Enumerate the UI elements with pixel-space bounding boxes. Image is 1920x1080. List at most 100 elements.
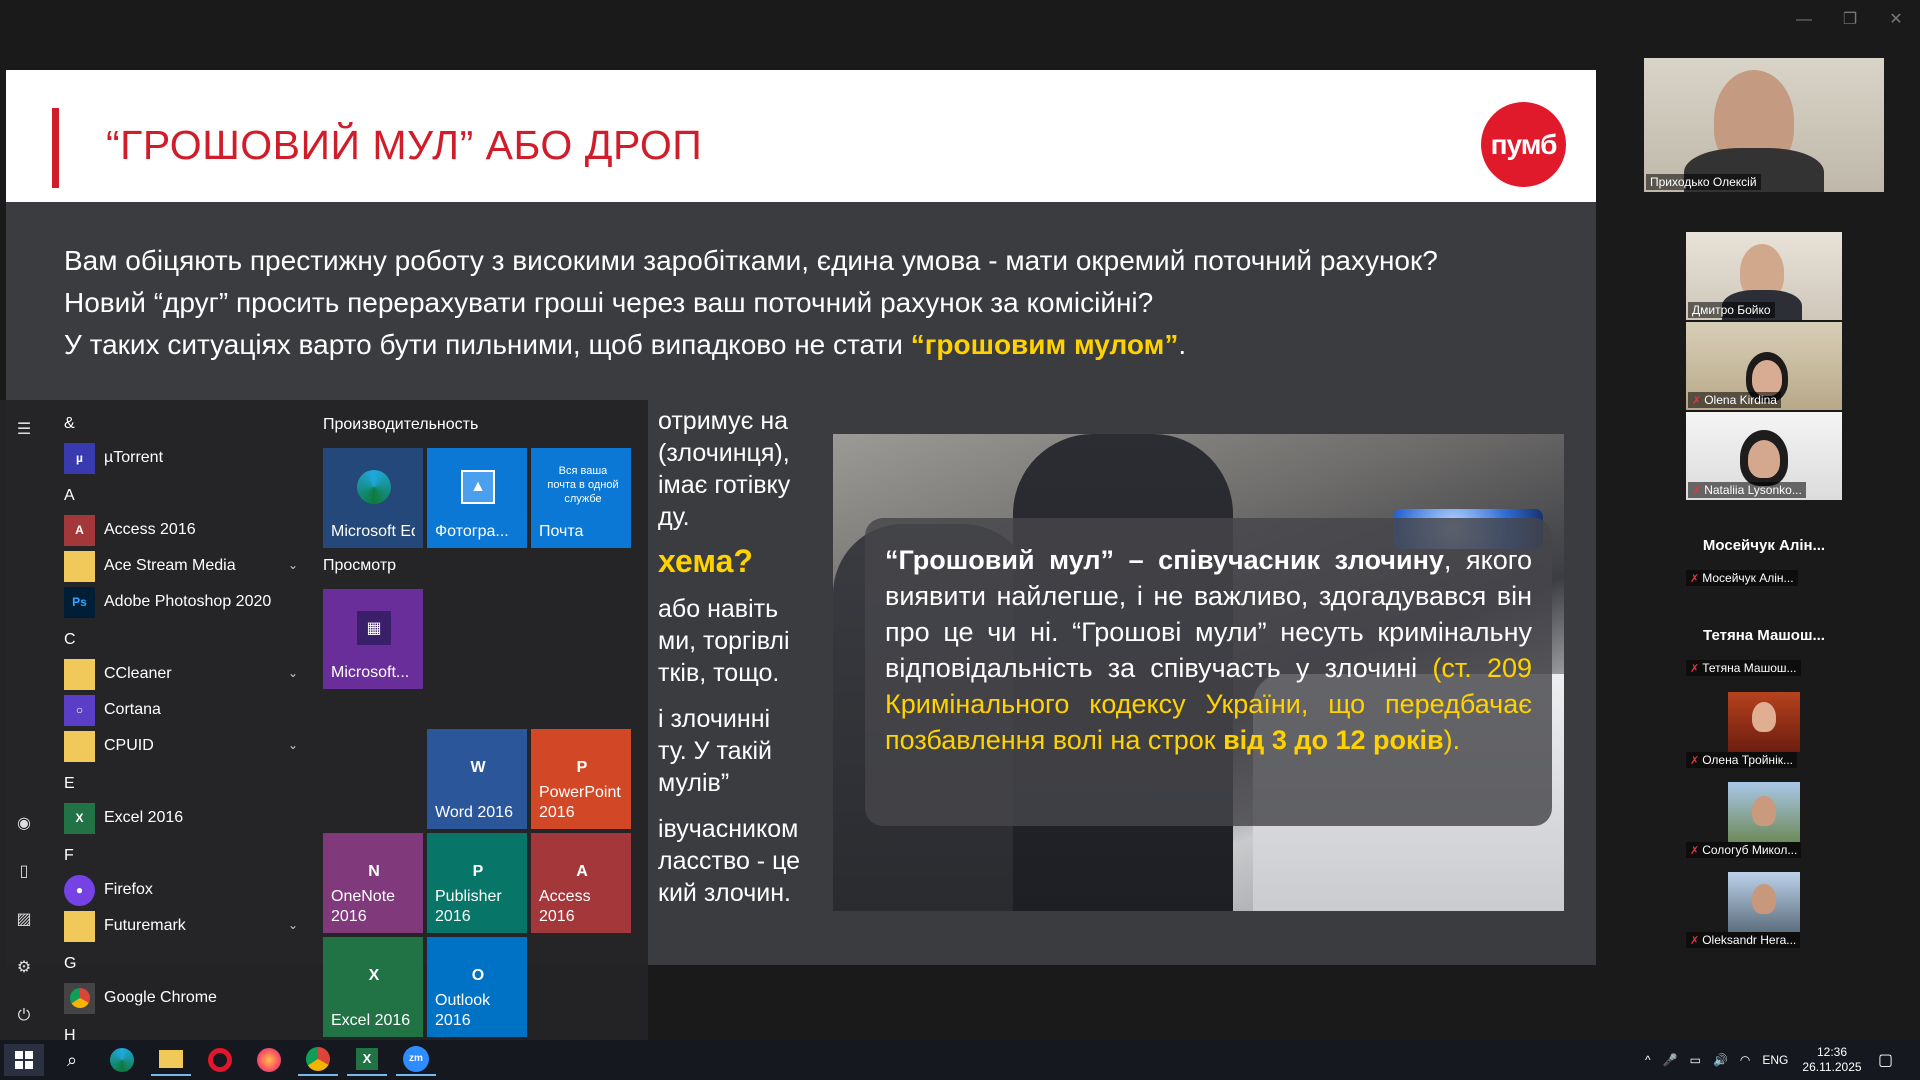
battery-icon[interactable]: ▭ xyxy=(1690,1053,1701,1067)
video-tile-sologub[interactable] xyxy=(1728,782,1800,842)
minimize-button[interactable]: — xyxy=(1790,8,1818,32)
app-access[interactable]: A Access 2016 xyxy=(64,514,304,546)
notifications-icon[interactable]: ▢ xyxy=(1878,1040,1893,1080)
participant-name-label: Дмитро Бойко xyxy=(1688,302,1775,318)
tile-publisher[interactable]: P Publisher 2016 xyxy=(427,833,527,933)
tile-mail[interactable]: Вся ваша почта в одной службе Почта xyxy=(531,448,631,548)
start-app-list[interactable]: & µ µTorrent A A Access 2016 Ace Stream Me… xyxy=(52,410,304,1040)
left-text-line: тків, тощо. xyxy=(658,659,780,687)
tile-excel[interactable]: X Excel 2016 xyxy=(323,937,423,1037)
chevron-down-icon[interactable]: ⌄ xyxy=(288,666,298,680)
settings-gear-icon[interactable]: ⚙ xyxy=(12,956,36,980)
app-name: Cortana xyxy=(104,701,161,718)
participant-label-mashosh[interactable]: ✗ Тетяна Машош... xyxy=(1686,660,1801,676)
chrome-taskbar-icon[interactable] xyxy=(298,1044,338,1076)
participant-label-troinik[interactable]: ✗ Олена Тройнік... xyxy=(1686,752,1797,768)
tile-powerpoint[interactable]: P PowerPoint 2016 xyxy=(531,729,631,829)
app-cpuid[interactable]: CPUID ⌄ xyxy=(64,730,304,762)
tile-group-productivity[interactable]: Производительность xyxy=(323,416,478,434)
chevron-down-icon[interactable]: ⌄ xyxy=(288,738,298,752)
participant-face xyxy=(1752,702,1776,732)
app-firefox[interactable]: ● Firefox xyxy=(64,874,304,906)
restore-button[interactable]: ❐ xyxy=(1836,8,1864,32)
chevron-down-icon[interactable]: ⌄ xyxy=(288,918,298,932)
documents-icon[interactable]: ▯ xyxy=(12,860,36,884)
app-chrome[interactable]: Google Chrome xyxy=(64,982,304,1014)
microphone-icon[interactable]: 🎤 xyxy=(1663,1053,1678,1067)
tile-outlook[interactable]: O Outlook 2016 xyxy=(427,937,527,1037)
left-text-heading: хема? xyxy=(658,543,753,579)
opera-icon[interactable] xyxy=(200,1044,240,1076)
app-name: Adobe Photoshop 2020 xyxy=(104,593,272,610)
participant-label-sologub[interactable]: ✗ Сологуб Микол... xyxy=(1686,842,1802,858)
app-name: Access 2016 xyxy=(104,521,196,538)
tile-store[interactable]: ▦ Microsoft... xyxy=(323,589,423,689)
tile-edge[interactable]: Microsoft Edge xyxy=(323,448,423,548)
language-indicator[interactable]: ENG xyxy=(1762,1053,1788,1067)
start-rail: ☰ ◉ ▯ ▨ ⚙ ⏻ xyxy=(0,400,48,1040)
police-arrest-photo: “Грошовий мул” – співучасник злочину, як… xyxy=(833,434,1564,911)
letter-header[interactable]: C xyxy=(64,631,76,649)
chevron-down-icon[interactable]: ⌄ xyxy=(288,558,298,572)
app-ccleaner[interactable]: CCleaner ⌄ xyxy=(64,658,304,690)
store-bag-icon: ▦ xyxy=(357,611,391,645)
video-tile-prykhodko[interactable]: Приходько Олексій xyxy=(1644,58,1884,192)
app-futuremark[interactable]: Futuremark ⌄ xyxy=(64,910,304,942)
folder-icon xyxy=(64,658,95,690)
left-text-line: імає готівку xyxy=(658,471,791,499)
letter-header[interactable]: H xyxy=(64,1027,76,1040)
folder-icon xyxy=(64,730,95,762)
app-photoshop[interactable]: Ps Adobe Photoshop 2020 xyxy=(64,586,304,618)
participant-face xyxy=(1752,884,1776,914)
letter-header[interactable]: A xyxy=(64,487,75,505)
left-text-line: мулів” xyxy=(658,769,730,797)
clock[interactable]: 12:36 26.11.2025 xyxy=(1800,1040,1864,1080)
letter-header[interactable]: & xyxy=(64,415,75,433)
tile-word[interactable]: W Word 2016 xyxy=(427,729,527,829)
user-account-icon[interactable]: ◉ xyxy=(12,812,36,836)
mic-muted-icon: ✗ xyxy=(1690,572,1700,585)
video-tile-troinik[interactable] xyxy=(1728,692,1800,752)
participant-name: Тетяна Машош... xyxy=(1702,661,1797,675)
torrent-icon: µ xyxy=(64,442,95,474)
volume-icon[interactable]: 🔊 xyxy=(1713,1053,1728,1067)
participant-face xyxy=(1752,360,1782,396)
file-explorer-icon[interactable] xyxy=(151,1044,191,1076)
participant-label-moseichuk[interactable]: ✗ Мосейчук Алін... xyxy=(1686,570,1798,586)
tile-photos[interactable]: ▲ Фотогра... xyxy=(427,448,527,548)
close-button[interactable]: ✕ xyxy=(1882,8,1910,32)
search-icon[interactable]: ⌕ xyxy=(52,1044,92,1076)
app-cortana[interactable]: ○ Cortana xyxy=(64,694,304,726)
video-tile-lysonko[interactable]: ✗ Nataliia Lysonko... xyxy=(1686,412,1842,500)
clock-date: 26.11.2025 xyxy=(1802,1060,1862,1074)
video-tile-kirdina[interactable]: ✗ Olena Kirdina xyxy=(1686,322,1842,410)
left-text-line: або навіть xyxy=(658,595,779,623)
chevron-up-icon[interactable]: ^ xyxy=(1645,1053,1651,1067)
firefox-taskbar-icon[interactable] xyxy=(249,1044,289,1076)
zoom-taskbar-icon[interactable]: zm xyxy=(396,1044,436,1076)
mic-muted-icon: ✗ xyxy=(1692,484,1702,497)
tile-onenote[interactable]: N OneNote 2016 xyxy=(323,833,423,933)
participant-name: Olena Kirdina xyxy=(1704,393,1777,407)
hamburger-menu-icon[interactable]: ☰ xyxy=(12,418,36,442)
network-icon[interactable]: ◠ xyxy=(1740,1053,1750,1067)
app-ace-stream[interactable]: Ace Stream Media ⌄ xyxy=(64,550,304,582)
video-tile-boiko[interactable]: Дмитро Бойко xyxy=(1686,232,1842,320)
edge-taskbar-icon[interactable] xyxy=(102,1044,142,1076)
tile-access[interactable]: A Access 2016 xyxy=(531,833,631,933)
excel-taskbar-icon[interactable]: X xyxy=(347,1044,387,1076)
participant-label-hera[interactable]: ✗ Oleksandr Hera... xyxy=(1686,932,1801,948)
letter-header[interactable]: E xyxy=(64,775,75,793)
app-excel[interactable]: X Excel 2016 xyxy=(64,802,304,834)
participants-panel: Приходько Олексій Дмитро Бойко ✗ Olena Ki… xyxy=(1606,40,1920,965)
windows-start-button[interactable] xyxy=(4,1044,44,1076)
letter-header[interactable]: F xyxy=(64,847,74,865)
tile-group-browse[interactable]: Просмотр xyxy=(323,557,396,575)
video-tile-hera[interactable] xyxy=(1728,872,1800,932)
app-utorrent[interactable]: µ µTorrent xyxy=(64,442,304,474)
letter-header[interactable]: G xyxy=(64,955,76,973)
pictures-icon[interactable]: ▨ xyxy=(12,908,36,932)
app-name: µTorrent xyxy=(104,449,164,466)
power-icon[interactable]: ⏻ xyxy=(12,1004,36,1028)
clock-time: 12:36 xyxy=(1816,1045,1848,1059)
